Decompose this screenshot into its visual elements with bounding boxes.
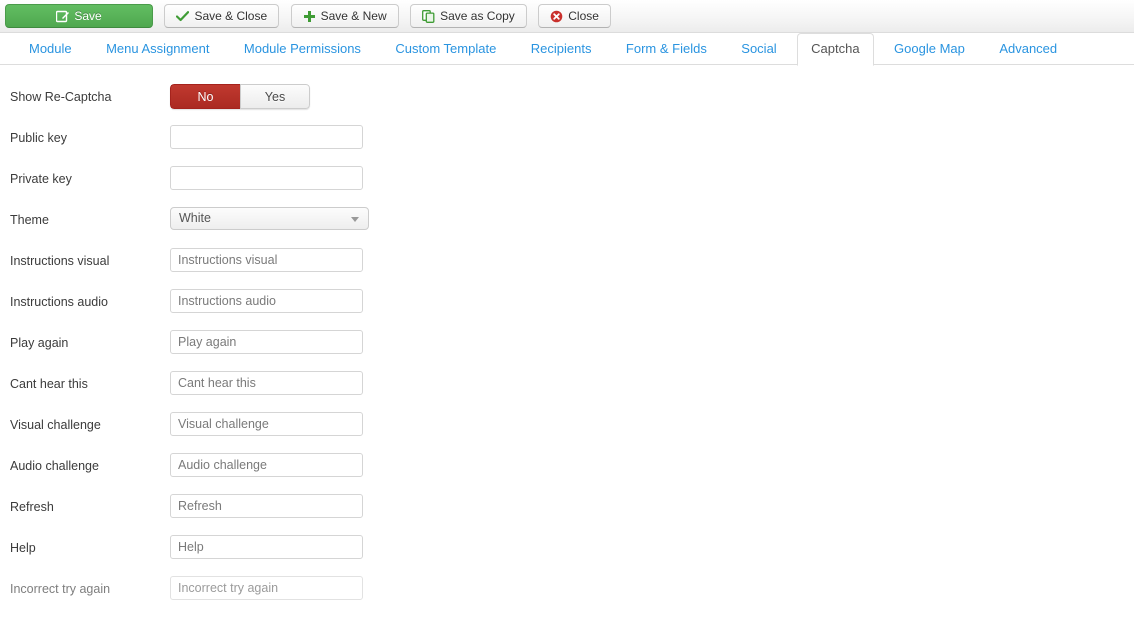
visual-challenge-control: [170, 412, 363, 436]
tab-menu-assignment[interactable]: Menu Assignment: [92, 33, 223, 66]
save-and-close-label: Save & Close: [194, 9, 268, 23]
label-public-key: Public key: [10, 131, 67, 145]
tab-module-permissions[interactable]: Module Permissions: [230, 33, 375, 66]
field-row-private-key: Private key: [0, 166, 1134, 207]
close-circle-icon: [550, 10, 563, 23]
label-cant-hear-this: Cant hear this: [10, 377, 88, 391]
show-recaptcha-toggle-wrap: No Yes: [170, 84, 310, 109]
copy-icon: [422, 9, 435, 23]
label-refresh: Refresh: [10, 500, 54, 514]
label-instructions-visual: Instructions visual: [10, 254, 110, 268]
editor-toolbar: Save Save & Close Save & New Save as Cop…: [0, 0, 1134, 33]
label-visual-challenge: Visual challenge: [10, 418, 101, 432]
cant-hear-this-control: [170, 371, 363, 395]
label-audio-challenge: Audio challenge: [10, 459, 99, 473]
private-key-control: [170, 166, 363, 190]
field-row-instructions-visual: Instructions visual: [0, 248, 1134, 289]
refresh-input[interactable]: [170, 494, 363, 518]
field-row-incorrect-try-again: Incorrect try again: [0, 576, 1134, 617]
field-row-public-key: Public key: [0, 125, 1134, 166]
toggle-option-yes[interactable]: Yes: [240, 84, 310, 109]
show-recaptcha-toggle: No Yes: [170, 84, 310, 109]
help-input[interactable]: [170, 535, 363, 559]
close-button[interactable]: Close: [538, 4, 611, 28]
save-button[interactable]: Save: [5, 4, 153, 28]
tab-form-and-fields[interactable]: Form & Fields: [612, 33, 721, 66]
tab-captcha[interactable]: Captcha: [797, 33, 874, 66]
play-again-control: [170, 330, 363, 354]
label-private-key: Private key: [10, 172, 72, 186]
instructions-audio-input[interactable]: [170, 289, 363, 313]
field-row-help: Help: [0, 535, 1134, 576]
save-as-copy-label: Save as Copy: [440, 9, 515, 23]
label-theme: Theme: [10, 213, 49, 227]
theme-select[interactable]: White: [170, 207, 369, 230]
help-control: [170, 535, 363, 559]
field-row-visual-challenge: Visual challenge: [0, 412, 1134, 453]
field-row-cant-hear-this: Cant hear this: [0, 371, 1134, 412]
tab-google-map[interactable]: Google Map: [880, 33, 979, 66]
tab-social[interactable]: Social: [727, 33, 790, 66]
theme-control: White: [170, 207, 369, 230]
field-row-audio-challenge: Audio challenge: [0, 453, 1134, 494]
refresh-control: [170, 494, 363, 518]
incorrect-try-again-input[interactable]: [170, 576, 363, 600]
save-pencil-icon: [56, 10, 70, 23]
theme-select-value: White: [179, 211, 211, 225]
play-again-input[interactable]: [170, 330, 363, 354]
private-key-input[interactable]: [170, 166, 363, 190]
instructions-visual-control: [170, 248, 363, 272]
field-row-show-recaptcha: Show Re-Captcha No Yes: [0, 84, 1134, 125]
check-icon: [176, 10, 190, 23]
save-and-close-button[interactable]: Save & Close: [164, 4, 280, 28]
audio-challenge-control: [170, 453, 363, 477]
public-key-input[interactable]: [170, 125, 363, 149]
visual-challenge-input[interactable]: [170, 412, 363, 436]
label-help: Help: [10, 541, 36, 555]
field-row-theme: Theme White: [0, 207, 1134, 248]
settings-tab-bar: Module Menu Assignment Module Permission…: [0, 33, 1134, 66]
tab-recipients[interactable]: Recipients: [517, 33, 606, 66]
tab-module[interactable]: Module: [15, 33, 86, 66]
chevron-down-icon: [351, 217, 359, 222]
tab-custom-template[interactable]: Custom Template: [381, 33, 510, 66]
captcha-settings-form: Show Re-Captcha No Yes Public key Privat…: [0, 65, 1134, 617]
incorrect-try-again-control: [170, 576, 363, 600]
plus-icon: [303, 10, 316, 23]
public-key-control: [170, 125, 363, 149]
close-button-label: Close: [568, 9, 599, 23]
cant-hear-this-input[interactable]: [170, 371, 363, 395]
instructions-audio-control: [170, 289, 363, 313]
save-and-new-label: Save & New: [320, 9, 387, 23]
save-and-new-button[interactable]: Save & New: [290, 4, 399, 28]
tab-advanced[interactable]: Advanced: [985, 33, 1071, 66]
save-as-copy-button[interactable]: Save as Copy: [410, 4, 527, 28]
label-instructions-audio: Instructions audio: [10, 295, 108, 309]
label-incorrect-try-again: Incorrect try again: [10, 582, 111, 596]
toggle-option-no[interactable]: No: [170, 84, 240, 109]
field-row-instructions-audio: Instructions audio: [0, 289, 1134, 330]
label-show-recaptcha: Show Re-Captcha: [10, 90, 112, 104]
save-button-label: Save: [74, 9, 102, 23]
audio-challenge-input[interactable]: [170, 453, 363, 477]
field-row-refresh: Refresh: [0, 494, 1134, 535]
label-play-again: Play again: [10, 336, 69, 350]
instructions-visual-input[interactable]: [170, 248, 363, 272]
field-row-play-again: Play again: [0, 330, 1134, 371]
